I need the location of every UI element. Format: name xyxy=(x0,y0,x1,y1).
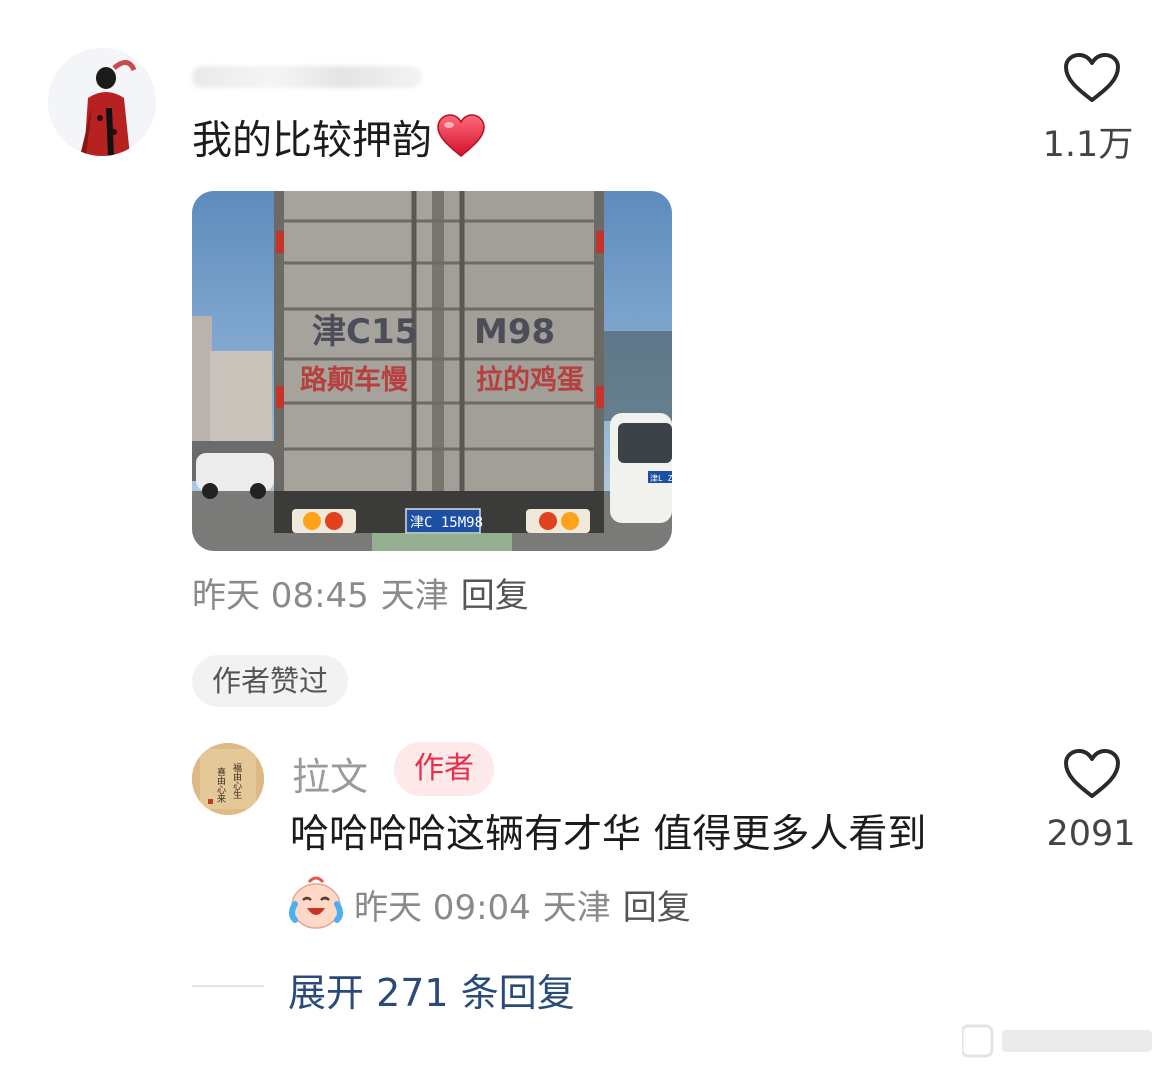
comment-meta: 昨天 08:45 天津 回复 xyxy=(192,568,541,617)
heart-outline-icon xyxy=(1064,53,1120,102)
red-heart-emoji-icon xyxy=(436,114,486,171)
author-liked-badge: 作者赞过 xyxy=(192,655,349,707)
truck-license-plate: 津C 15M98 xyxy=(410,515,483,531)
comment-time: 昨天 08:45 xyxy=(192,576,369,616)
reply-avatar[interactable]: 福由心生 喜由心来 xyxy=(192,743,264,815)
painted-plate-left: 津C15 xyxy=(312,312,418,352)
reply-time: 昨天 09:04 xyxy=(354,888,531,928)
calligraphy-line-2: 喜由心来 xyxy=(215,766,226,804)
expand-divider xyxy=(192,985,264,987)
reply-text: 哈哈哈哈这辆有才华 值得更多人看到 xyxy=(290,812,927,857)
laughing-crying-sticker-icon xyxy=(287,872,345,930)
comment-photo[interactable]: 津L Z9Z 津C15 M98 路颠车慢 拉的鸡蛋 xyxy=(192,191,672,551)
reply-location: 天津 xyxy=(542,888,611,928)
reply-reply-button[interactable]: 回复 xyxy=(623,888,691,928)
painted-slogan-right: 拉的鸡蛋 xyxy=(476,364,584,396)
comment-text: 我的比较押韵 xyxy=(192,114,486,171)
calligraphy-line-1: 福由心生 xyxy=(231,762,242,799)
comment-location: 天津 xyxy=(380,576,449,616)
reply-username[interactable]: 拉文 xyxy=(292,746,368,801)
painted-slogan-left: 路颠车慢 xyxy=(300,364,409,396)
comment-reply-button[interactable]: 回复 xyxy=(461,576,529,616)
heart-outline-icon xyxy=(1064,749,1120,798)
commenter-avatar[interactable] xyxy=(48,48,156,156)
watermark-logo-icon xyxy=(960,1020,1162,1062)
painted-plate-right: M98 xyxy=(474,312,555,352)
reply-like-count: 2091 xyxy=(1046,814,1136,854)
comment-text-content: 我的比较押韵 xyxy=(192,117,432,164)
author-tag: 作者 xyxy=(394,742,494,796)
commenter-username[interactable] xyxy=(192,66,422,88)
van-plate-text: 津L Z9Z xyxy=(650,473,672,483)
reply-meta: 昨天 09:04 天津 回复 xyxy=(354,880,703,929)
comment-like-count: 1.1万 xyxy=(1042,125,1134,165)
reply-like-button[interactable] xyxy=(1062,748,1122,800)
comment-like-button[interactable] xyxy=(1062,52,1122,104)
expand-replies-link[interactable]: 展开 271 条回复 xyxy=(288,962,575,1017)
